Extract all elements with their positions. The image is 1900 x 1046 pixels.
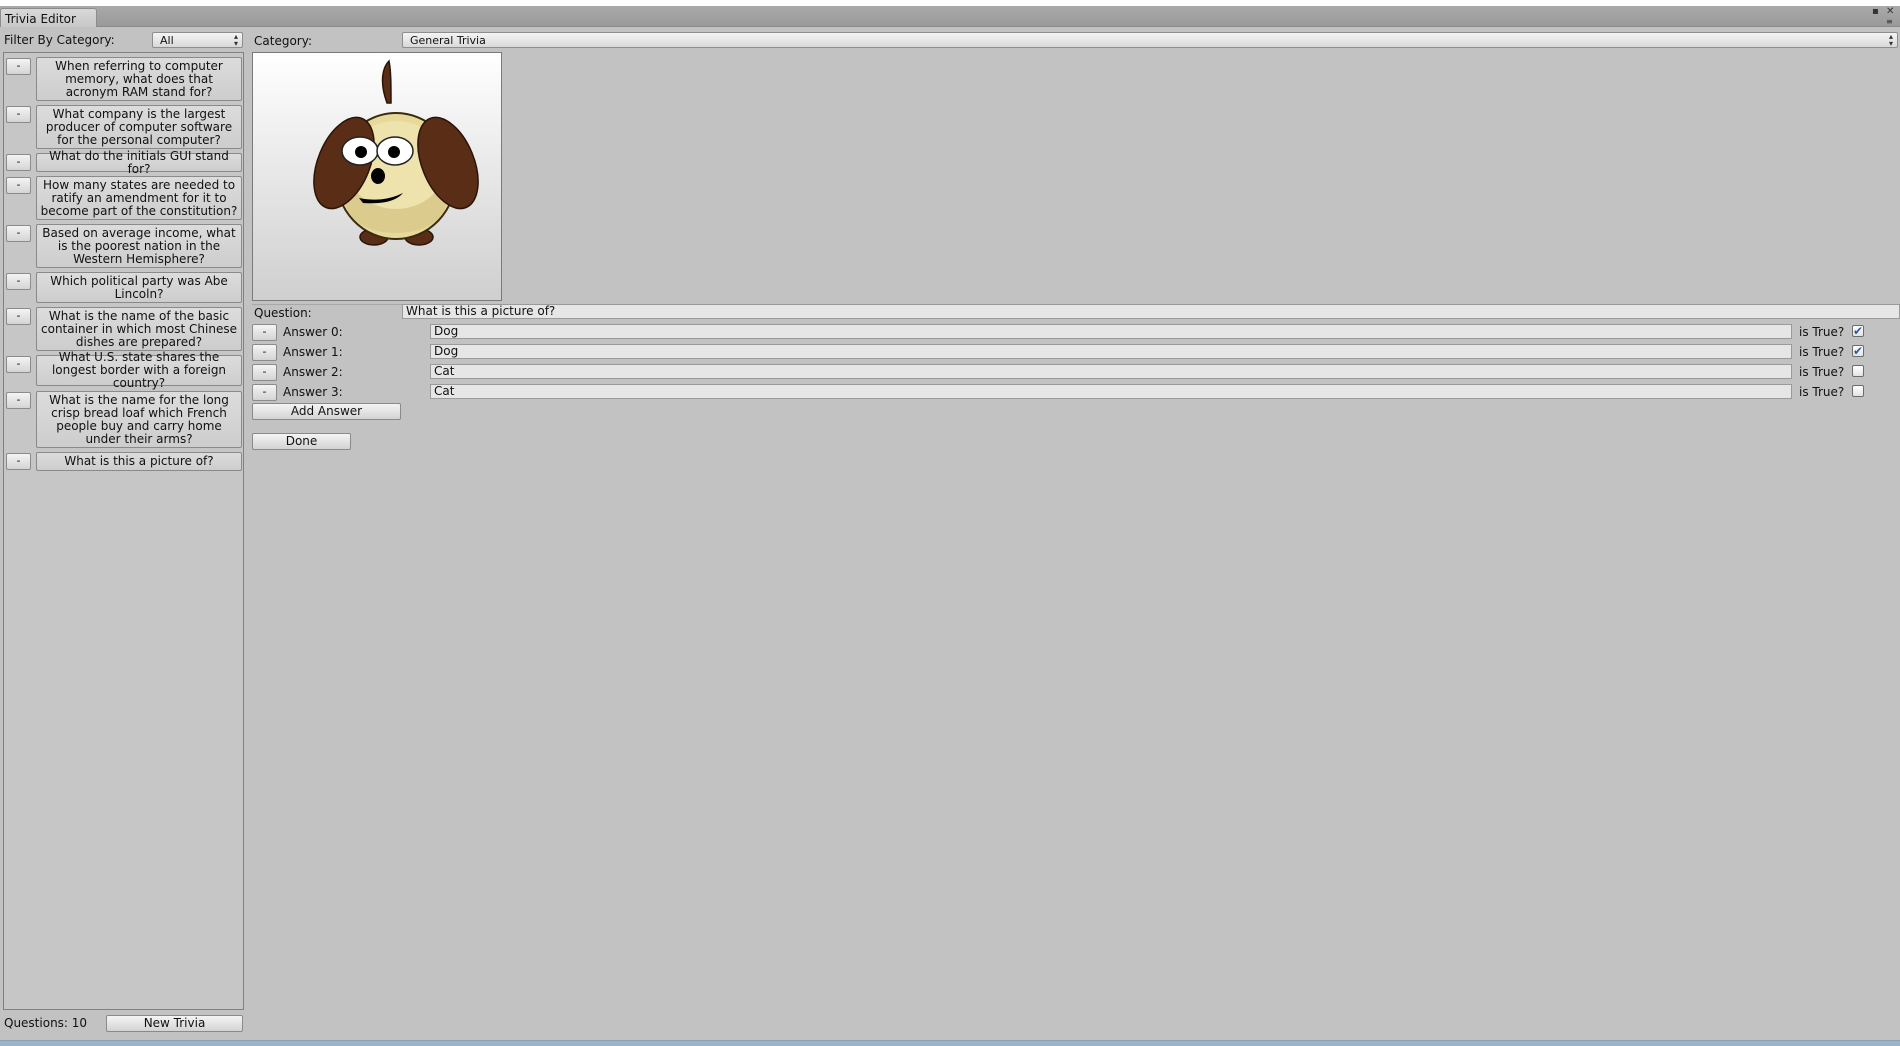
filter-category-dropdown[interactable]: All ▴ ▾ (152, 32, 243, 48)
remove-question-button[interactable]: - (6, 225, 31, 242)
question-item-text: What do the initials GUI stand for? (49, 148, 229, 176)
answer-label: Answer 0: (283, 325, 343, 339)
questions-count: Questions: 10 (4, 1016, 88, 1030)
remove-answer-button[interactable]: - (252, 324, 277, 341)
category-dropdown[interactable]: General Trivia ▴ ▾ (402, 32, 1898, 48)
category-value: General Trivia (410, 34, 486, 47)
add-answer-button[interactable]: Add Answer (252, 403, 401, 420)
filter-label: Filter By Category: (4, 33, 115, 47)
question-item[interactable]: Which political party was Abe Lincoln? (36, 272, 242, 303)
question-item[interactable]: What is the name for the long crisp brea… (36, 391, 242, 448)
is-true-checkbox[interactable]: ✔ (1852, 325, 1864, 337)
answer-label: Answer 2: (283, 365, 343, 379)
filter-category-value: All (160, 34, 174, 47)
question-item-text: What is the name for the long crisp brea… (49, 392, 229, 446)
question-item[interactable]: What is this a picture of? (36, 452, 242, 471)
questions-list-panel[interactable]: - When referring to computer memory, what… (3, 52, 244, 1010)
question-item-text: What is the name of the basic container … (41, 308, 237, 349)
remove-question-button[interactable]: - (6, 177, 31, 194)
remove-answer-button[interactable]: - (252, 364, 277, 381)
is-true-checkbox[interactable]: ✔ (1852, 345, 1864, 357)
remove-question-button[interactable]: - (6, 154, 31, 171)
remove-question-button[interactable]: - (6, 356, 31, 373)
answer-field[interactable]: Cat (430, 384, 1792, 399)
question-item-text: Based on average income, what is the poo… (42, 225, 236, 266)
remove-question-button[interactable]: - (6, 58, 31, 75)
question-item-text: What company is the largest producer of … (45, 106, 233, 147)
question-item-text: What is this a picture of? (64, 454, 214, 468)
status-bar (0, 1040, 1900, 1046)
remove-question-button[interactable]: - (6, 392, 31, 409)
remove-question-button[interactable]: - (6, 453, 31, 470)
question-item-text: When referring to computer memory, what … (55, 58, 223, 99)
add-answer-button-label: Add Answer (290, 404, 363, 418)
question-item-text: Which political party was Abe Lincoln? (50, 273, 228, 301)
remove-question-button[interactable]: - (6, 106, 31, 123)
is-true-checkbox[interactable] (1852, 385, 1864, 397)
question-item[interactable]: When referring to computer memory, what … (36, 57, 242, 101)
question-label: Question: (254, 306, 312, 320)
remove-question-button[interactable]: - (6, 273, 31, 290)
done-button-label: Done (285, 434, 318, 448)
question-item-text: How many states are needed to ratify an … (40, 177, 238, 218)
picture-field[interactable] (252, 52, 502, 301)
close-icon[interactable]: ✕ (1886, 7, 1894, 17)
question-item[interactable]: How many states are needed to ratify an … (36, 176, 242, 220)
is-true-label: is True? (1799, 365, 1845, 379)
answer-field[interactable]: Cat (430, 364, 1792, 379)
question-item-text: What U.S. state shares the longest borde… (51, 350, 227, 390)
checkmark-icon: ✔ (1853, 324, 1864, 338)
question-field[interactable]: What is this a picture of? (402, 304, 1900, 319)
question-item[interactable]: Based on average income, what is the poo… (36, 224, 242, 268)
answer-label: Answer 3: (283, 385, 343, 399)
remove-question-button[interactable]: - (6, 308, 31, 325)
popup-arrows-icon: ▴ ▾ (1888, 32, 1893, 48)
is-true-label: is True? (1799, 385, 1845, 399)
is-true-label: is True? (1799, 345, 1845, 359)
question-item[interactable]: What company is the largest producer of … (36, 105, 242, 149)
is-true-checkbox[interactable] (1852, 365, 1864, 377)
checkmark-icon: ✔ (1853, 344, 1864, 358)
remove-answer-button[interactable]: - (252, 344, 277, 361)
question-item[interactable]: What is the name of the basic container … (36, 307, 242, 351)
question-item[interactable]: What do the initials GUI stand for? (36, 149, 242, 175)
category-label: Category: (254, 34, 312, 48)
answer-field[interactable]: Dog (430, 324, 1792, 339)
title-bar: Trivia Editor ▪ ✕ ≡ (0, 6, 1900, 27)
popup-arrows-icon: ▴ ▾ (233, 32, 238, 48)
tab-title: Trivia Editor (5, 12, 76, 26)
answer-field[interactable]: Dog (430, 344, 1792, 359)
tab-trivia-editor[interactable]: Trivia Editor (0, 8, 97, 27)
dog-picture-icon (313, 59, 479, 246)
new-trivia-button[interactable]: New Trivia (106, 1015, 243, 1032)
done-button[interactable]: Done (252, 433, 351, 450)
answer-label: Answer 1: (283, 345, 343, 359)
is-true-label: is True? (1799, 325, 1845, 339)
menu-icon[interactable]: ≡ (1886, 17, 1893, 27)
new-trivia-button-label: New Trivia (143, 1016, 206, 1030)
question-item[interactable]: What U.S. state shares the longest borde… (36, 351, 242, 390)
maximize-icon[interactable]: ▪ (1872, 7, 1879, 17)
remove-answer-button[interactable]: - (252, 384, 277, 401)
